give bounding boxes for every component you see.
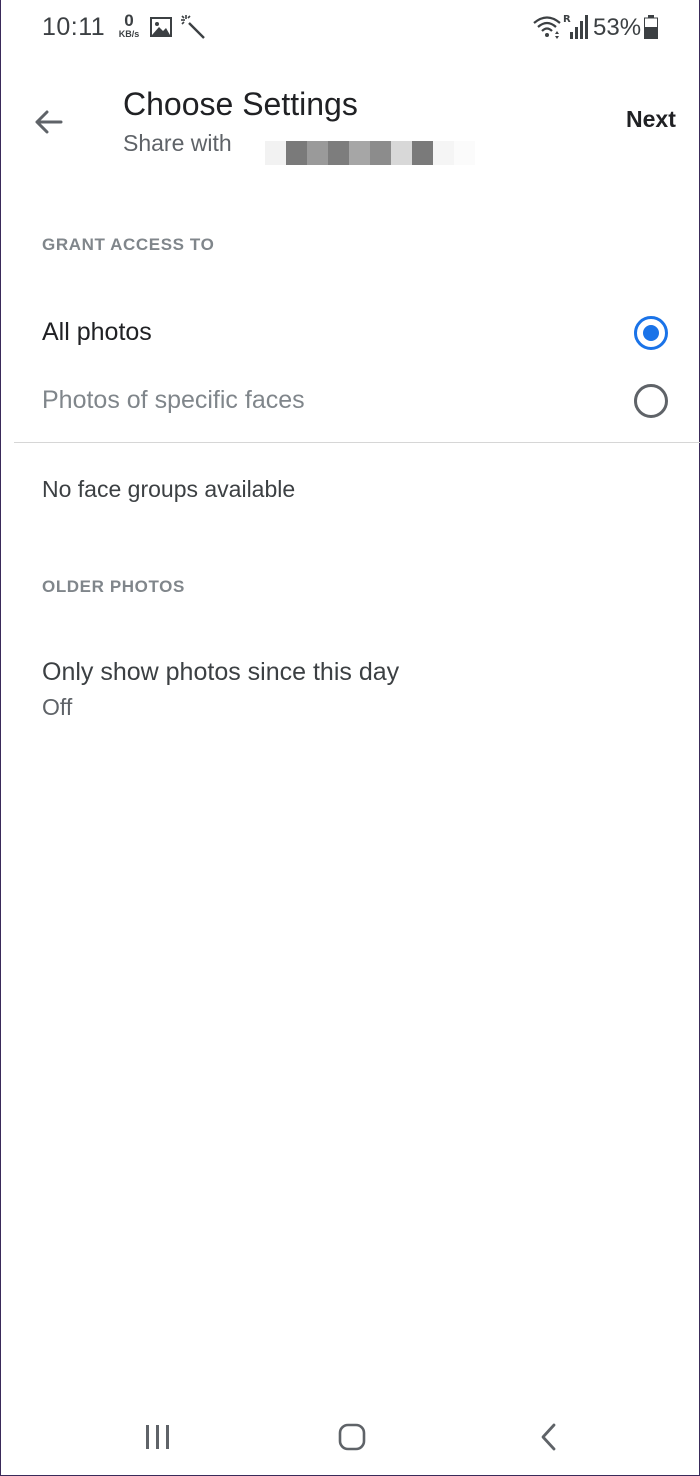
chevron-left-icon (541, 1423, 556, 1451)
option-label: All photos (42, 318, 152, 346)
magic-wand-icon (181, 15, 205, 39)
battery-icon (644, 15, 658, 39)
setting-title: Only show photos since this day (42, 658, 400, 686)
back-button[interactable] (28, 102, 68, 142)
section-header-grant-access: GRANT ACCESS TO (42, 235, 215, 254)
page-title: Choose Settings (123, 86, 358, 122)
battery-percent: 53% (593, 14, 642, 41)
recent-apps-icon (146, 1425, 169, 1449)
screen-border (0, 0, 700, 1476)
arrow-back-icon (35, 110, 63, 134)
page-subtitle: Share with (123, 130, 232, 156)
net-speed-value: 0 (124, 11, 134, 30)
recent-apps-button[interactable] (134, 1414, 182, 1460)
home-button[interactable] (328, 1414, 376, 1460)
option-label: Photos of specific faces (42, 386, 305, 414)
divider (14, 442, 700, 443)
redacted-name (244, 141, 480, 165)
net-speed-unit: KB/s (118, 29, 140, 39)
no-face-groups-text: No face groups available (42, 476, 296, 502)
radio-unselected[interactable] (634, 384, 668, 418)
home-icon (338, 1423, 366, 1451)
system-back-button[interactable] (524, 1414, 572, 1460)
signal-icon: R (563, 14, 588, 39)
section-header-older-photos: OLDER PHOTOS (42, 577, 185, 596)
svg-text:R: R (563, 14, 571, 25)
wifi-icon (533, 16, 561, 39)
only-show-since-setting[interactable]: Only show photos since this day Off (0, 650, 700, 730)
next-button[interactable]: Next (610, 106, 692, 133)
option-all-photos[interactable]: All photos (0, 300, 700, 366)
net-speed-indicator: 0 KB/s (116, 12, 142, 39)
radio-selected[interactable] (634, 316, 668, 350)
setting-value: Off (42, 694, 73, 720)
status-time: 10:11 (42, 13, 106, 41)
image-icon (150, 17, 172, 37)
option-specific-faces[interactable]: Photos of specific faces (0, 368, 700, 434)
status-bar: 10:11 0 KB/s R 53% (0, 0, 700, 56)
